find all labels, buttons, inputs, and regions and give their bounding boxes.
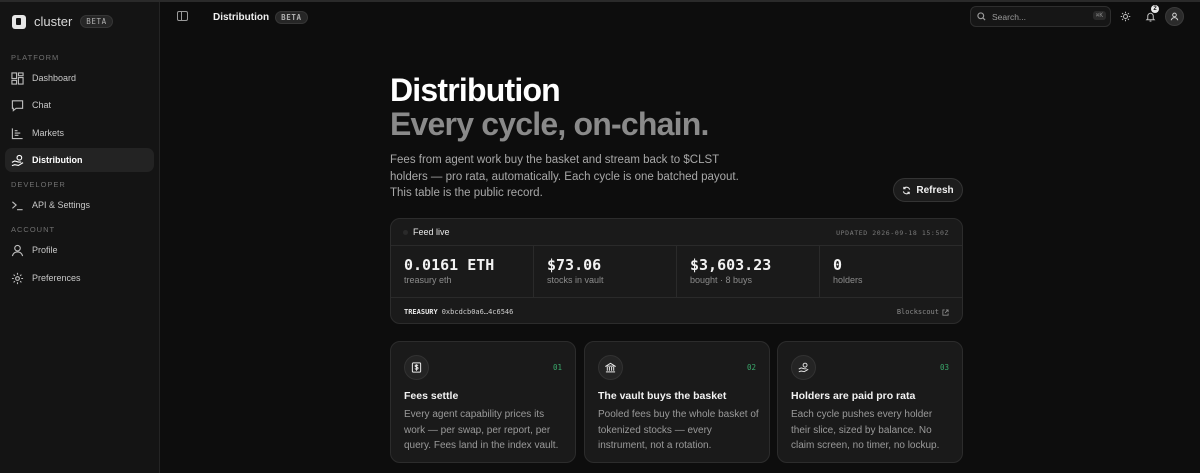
markets-icon (11, 127, 23, 139)
card-title: Fees settle (404, 390, 459, 402)
sidebar-item-label: Preferences (32, 273, 81, 283)
treasury-address-value: 0xbcdcb0a6…4c6546 (441, 308, 514, 316)
stat-stocks-in-vault: $73.06 stocks in vault (534, 246, 677, 297)
sidebar-item-api-settings[interactable]: API & Settings (5, 193, 154, 217)
brand-beta-badge: BETA (80, 15, 113, 28)
blockscout-label: Blockscout (896, 308, 939, 316)
user-icon (11, 244, 24, 256)
sidebar-toggle-icon[interactable] (177, 11, 188, 21)
stat-value: 0 (833, 256, 843, 274)
sidebar-item-markets[interactable]: Markets (5, 121, 154, 145)
section-label-platform: PLATFORM (11, 53, 60, 62)
external-link-icon (942, 308, 949, 316)
page-title-bar: Distribution BETA (213, 11, 308, 24)
card-icon-wrap (598, 355, 623, 380)
avatar[interactable] (1165, 7, 1184, 26)
sidebar-item-profile[interactable]: Profile (5, 238, 154, 262)
card-body: Pooled fees buy the whole basket of toke… (598, 409, 759, 451)
feed-panel: Feed live UPDATED 2026-09-18 15:50Z 0.01… (390, 218, 963, 324)
card-icon-wrap (404, 355, 429, 380)
hero-title: Distribution (390, 72, 561, 108)
card-icon-wrap (791, 355, 816, 380)
step-card-holders-paid: 03 Holders are paid pro rata Each cycle … (777, 341, 963, 463)
feed-status: Feed live (403, 227, 450, 237)
stat-label: bought · 8 buys (690, 275, 753, 285)
stats-row: 0.0161 ETH treasury eth $73.06 stocks in… (391, 246, 962, 298)
feed-updated-timestamp: UPDATED 2026-09-18 15:50Z (836, 229, 949, 237)
search-icon (977, 12, 986, 21)
stat-value: $73.06 (547, 256, 602, 274)
cluster-logo-icon (12, 14, 26, 29)
feed-header: Feed live UPDATED 2026-09-18 15:50Z (391, 219, 962, 246)
search-input[interactable] (992, 11, 1082, 22)
chat-icon (11, 99, 24, 112)
sidebar: cluster BETA PLATFORM Dashboard Chat Mar… (0, 2, 160, 473)
bank-icon (605, 362, 616, 373)
theme-toggle-button[interactable] (1118, 9, 1132, 23)
sidebar-item-preferences[interactable]: Preferences (5, 266, 154, 290)
sidebar-item-label: Distribution (32, 155, 83, 165)
refresh-label: Refresh (916, 184, 954, 196)
stat-label: treasury eth (404, 275, 452, 285)
feed-status-label: Feed live (413, 227, 450, 237)
brand-name: cluster (34, 14, 73, 29)
blockscout-link[interactable]: Blockscout (897, 308, 949, 316)
refresh-button[interactable]: Refresh (893, 178, 963, 202)
stat-label: holders (833, 275, 863, 285)
sidebar-item-label: Dashboard (32, 73, 77, 83)
user-avatar-icon (1170, 12, 1179, 21)
stat-treasury-eth: 0.0161 ETH treasury eth (391, 246, 534, 297)
gear-icon (11, 272, 24, 284)
hero-description: Fees from agent work buy the basket and … (390, 154, 739, 199)
hero-subtitle: Every cycle, on-chain. (390, 106, 709, 142)
stat-value: $3,603.23 (690, 256, 772, 274)
card-step-number: 01 (552, 363, 562, 372)
card-body: Every agent capability prices its work —… (404, 409, 559, 451)
notification-count-badge: 2 (1151, 5, 1159, 13)
card-step-number: 03 (939, 363, 949, 372)
sidebar-item-dashboard[interactable]: Dashboard (5, 66, 154, 90)
brand[interactable]: cluster BETA (12, 14, 113, 29)
sidebar-item-label: Chat (32, 100, 52, 110)
sidebar-item-label: Profile (32, 245, 58, 255)
distribution-icon (11, 154, 24, 166)
step-card-vault-buys: 02 The vault buys the basket Pooled fees… (584, 341, 770, 463)
sun-icon (1120, 11, 1130, 21)
terminal-icon (12, 200, 23, 210)
stat-bought: $3,603.23 bought · 8 buys (677, 246, 820, 297)
treasury-label: TREASURY (404, 308, 438, 316)
search-shortcut: ⌘K (1092, 11, 1106, 20)
feed-footer: TREASURY 0xbcdcb0a6…4c6546 Blockscout (391, 299, 962, 323)
card-step-number: 02 (746, 363, 756, 372)
step-card-fees-settle: 01 Fees settle Every agent capability pr… (390, 341, 576, 463)
card-body: Each cycle pushes every holder their sli… (791, 409, 940, 451)
sidebar-item-distribution[interactable]: Distribution (5, 148, 154, 172)
stat-value: 0.0161 ETH (404, 256, 495, 274)
section-label-developer: DEVELOPER (11, 180, 66, 189)
page-title: Distribution (213, 12, 270, 23)
hand-coins-icon (798, 362, 809, 373)
refresh-icon (903, 186, 911, 194)
sidebar-item-label: API & Settings (32, 200, 91, 210)
card-title: Holders are paid pro rata (791, 390, 916, 402)
stat-label: stocks in vault (547, 275, 604, 285)
treasury-address[interactable]: TREASURY 0xbcdcb0a6…4c6546 (404, 308, 513, 316)
search-box[interactable]: ⌘K (970, 6, 1111, 27)
card-title: The vault buys the basket (598, 390, 727, 402)
window-top-edge (0, 0, 1200, 2)
page-beta-badge: BETA (275, 11, 308, 24)
live-dot-icon (403, 229, 408, 235)
dollar-icon (411, 362, 422, 373)
sidebar-item-chat[interactable]: Chat (5, 93, 154, 117)
dashboard-icon (11, 71, 24, 85)
section-label-account: ACCOUNT (11, 225, 56, 234)
stat-holders: 0 holders (820, 246, 962, 297)
sidebar-item-label: Markets (32, 128, 65, 138)
notifications-button[interactable]: 2 (1143, 5, 1159, 23)
